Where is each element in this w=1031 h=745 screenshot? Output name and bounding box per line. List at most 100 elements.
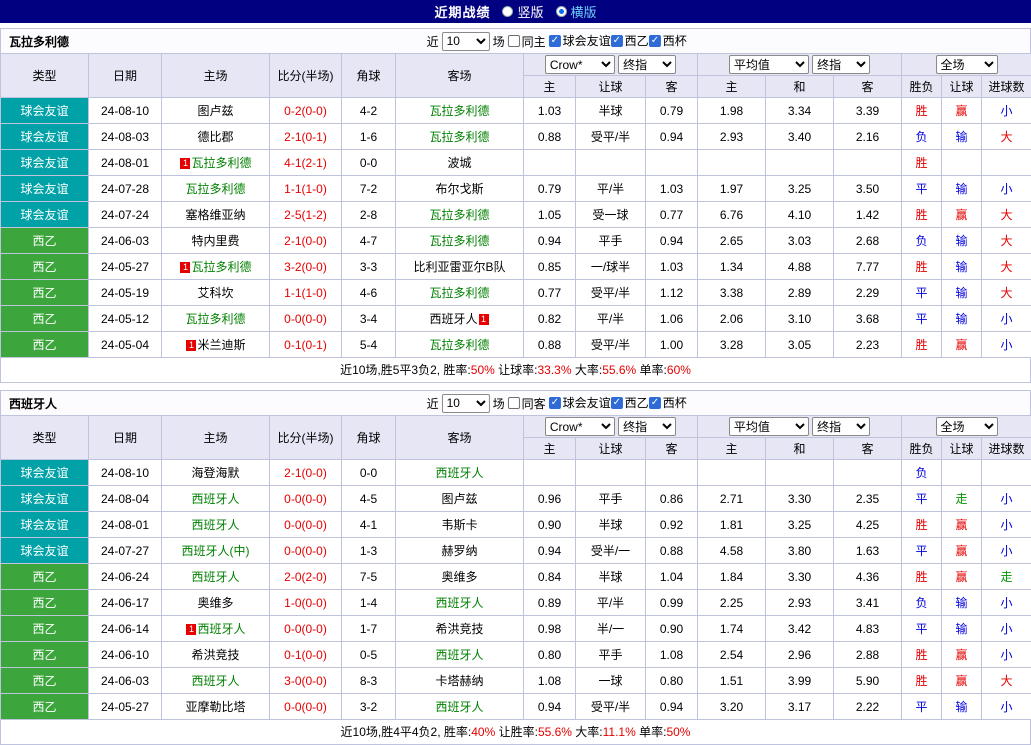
average-select[interactable]: 平均值 — [729, 417, 809, 436]
team-name-link[interactable]: 奥维多 — [441, 570, 477, 584]
score-cell: 0-0(0-0) — [270, 616, 342, 642]
final-odds-select-2[interactable]: 终指 — [812, 55, 870, 74]
league-filter[interactable]: 西杯 — [649, 32, 687, 49]
avg-home-odds-cell: 2.93 — [698, 124, 766, 150]
team-name-link[interactable]: 西班牙人 — [429, 312, 477, 326]
team-cell: 布尔戈斯 — [396, 176, 524, 202]
goals-result-cell: 小 — [982, 694, 1031, 720]
layout-radio-horizontal[interactable]: 横版 — [556, 2, 597, 21]
team-name-link[interactable]: 瓦拉多利德 — [191, 260, 251, 274]
final-odds-select[interactable]: 终指 — [618, 417, 676, 436]
team-name-link[interactable]: 图卢兹 — [197, 104, 233, 118]
team-name-link[interactable]: 瓦拉多利德 — [191, 156, 251, 170]
league-filter-label: 西乙 — [625, 32, 649, 49]
team-name-link[interactable]: 西班牙人 — [191, 492, 239, 506]
date-cell: 24-05-12 — [89, 306, 162, 332]
match-row: 球会友谊24-08-10图卢兹0-2(0-0)4-2瓦拉多利德1.03半球0.7… — [1, 98, 1031, 124]
avg-home-odds-cell: 2.65 — [698, 228, 766, 254]
team-name-link[interactable]: 瓦拉多利德 — [429, 338, 489, 352]
team-name-link[interactable]: 西班牙人 — [435, 648, 483, 662]
away-odds-cell: 0.94 — [646, 124, 698, 150]
same-away-checkbox[interactable]: 同客 — [508, 395, 546, 412]
team-name-link[interactable]: 西班牙人 — [191, 674, 239, 688]
league-filter-label: 球会友谊 — [563, 394, 611, 411]
date-cell: 24-06-24 — [89, 564, 162, 590]
avg-away-odds-cell: 4.36 — [834, 564, 902, 590]
team-name-link[interactable]: 米兰迪斯 — [197, 338, 245, 352]
league-filter[interactable]: 球会友谊 — [549, 32, 611, 49]
avg-away-odds-cell: 3.68 — [834, 306, 902, 332]
home-odds-cell: 0.98 — [524, 616, 576, 642]
bookmaker-select[interactable]: Crow* — [545, 55, 615, 74]
team-cell: 图卢兹 — [162, 98, 270, 124]
league-filter[interactable]: 球会友谊 — [549, 394, 611, 411]
radio-off-icon — [502, 6, 513, 17]
team-name-link[interactable]: 韦斯卡 — [441, 518, 477, 532]
outcome-cell: 胜 — [902, 564, 942, 590]
team-name-link[interactable]: 西班牙人 — [197, 622, 245, 636]
team-name-link[interactable]: 瓦拉多利德 — [429, 286, 489, 300]
corners-cell: 7-2 — [342, 176, 396, 202]
team-name-link[interactable]: 卡塔赫纳 — [435, 674, 483, 688]
team-name-link[interactable]: 图卢兹 — [441, 492, 477, 506]
avg-home-odds-cell: 1.84 — [698, 564, 766, 590]
match-count-select[interactable]: 10 — [442, 394, 490, 413]
team-name-link[interactable]: 瓦拉多利德 — [185, 182, 245, 196]
team-name-link[interactable]: 西班牙人 — [191, 570, 239, 584]
same-home-checkbox[interactable]: 同主 — [508, 33, 546, 50]
league-type-cell: 球会友谊 — [1, 538, 89, 564]
avg-draw-odds-cell: 3.34 — [766, 98, 834, 124]
goals-result-cell: 小 — [982, 306, 1031, 332]
team-name-link[interactable]: 布尔戈斯 — [435, 182, 483, 196]
team-name-link[interactable]: 西班牙人 — [435, 596, 483, 610]
team-name-link[interactable]: 瓦拉多利德 — [185, 312, 245, 326]
home-odds-cell: 0.84 — [524, 564, 576, 590]
scope-header: 全场 — [902, 416, 1031, 438]
team-name-link[interactable]: 西班牙人(中) — [182, 544, 250, 558]
team-name-link[interactable]: 瓦拉多利德 — [429, 104, 489, 118]
final-odds-select[interactable]: 终指 — [618, 55, 676, 74]
bookmaker-select[interactable]: Crow* — [545, 417, 615, 436]
layout-radio-vertical[interactable]: 竖版 — [502, 2, 543, 21]
league-filter[interactable]: 西杯 — [649, 394, 687, 411]
league-type-cell: 西乙 — [1, 694, 89, 720]
goals-result-cell — [982, 460, 1031, 486]
league-filter[interactable]: 西乙 — [611, 32, 649, 49]
home-odds-cell: 0.94 — [524, 228, 576, 254]
team-name-link[interactable]: 瓦拉多利德 — [429, 234, 489, 248]
team-name-link[interactable]: 赫罗纳 — [441, 544, 477, 558]
league-filter[interactable]: 西乙 — [611, 394, 649, 411]
team-name-link[interactable]: 特内里费 — [191, 234, 239, 248]
avg-draw-odds-cell: 3.42 — [766, 616, 834, 642]
team-name-link[interactable]: 西班牙人 — [435, 700, 483, 714]
team-name-link[interactable]: 西班牙人 — [435, 466, 483, 480]
team-cell: 瓦拉多利德 — [396, 332, 524, 358]
team-name-link[interactable]: 瓦拉多利德 — [429, 208, 489, 222]
team-name-link[interactable]: 海登海默 — [191, 466, 239, 480]
fulltime-select[interactable]: 全场 — [936, 55, 998, 74]
near-label: 近 — [427, 33, 439, 50]
subcol-avg-draw: 和 — [766, 438, 834, 460]
goals-result-cell: 大 — [982, 668, 1031, 694]
average-select[interactable]: 平均值 — [729, 55, 809, 74]
home-odds-cell: 1.05 — [524, 202, 576, 228]
team-name-link[interactable]: 希洪竞技 — [435, 622, 483, 636]
team-name-link[interactable]: 西班牙人 — [191, 518, 239, 532]
team-name-link[interactable]: 艾科坎 — [197, 286, 233, 300]
team-name-link[interactable]: 德比郡 — [197, 130, 233, 144]
final-odds-select-2[interactable]: 终指 — [812, 417, 870, 436]
team-name-link[interactable]: 比利亚雷亚尔B队 — [413, 260, 505, 274]
team-name-link[interactable]: 亚摩勒比塔 — [185, 700, 245, 714]
team-name-link[interactable]: 塞格维亚纳 — [185, 208, 245, 222]
team-name-link[interactable]: 希洪竞技 — [191, 648, 239, 662]
filter-controls: 近 10 场 同客 球会友谊西乙西杯 — [427, 394, 687, 413]
avg-draw-odds-cell: 3.05 — [766, 332, 834, 358]
match-count-select[interactable]: 10 — [442, 32, 490, 51]
team-name-link[interactable]: 奥维多 — [197, 596, 233, 610]
team-name-link[interactable]: 波城 — [447, 156, 471, 170]
team-name-link[interactable]: 瓦拉多利德 — [429, 130, 489, 144]
fulltime-select[interactable]: 全场 — [936, 417, 998, 436]
checkbox-icon — [611, 35, 623, 47]
avg-away-odds-cell: 2.22 — [834, 694, 902, 720]
corners-cell: 5-4 — [342, 332, 396, 358]
